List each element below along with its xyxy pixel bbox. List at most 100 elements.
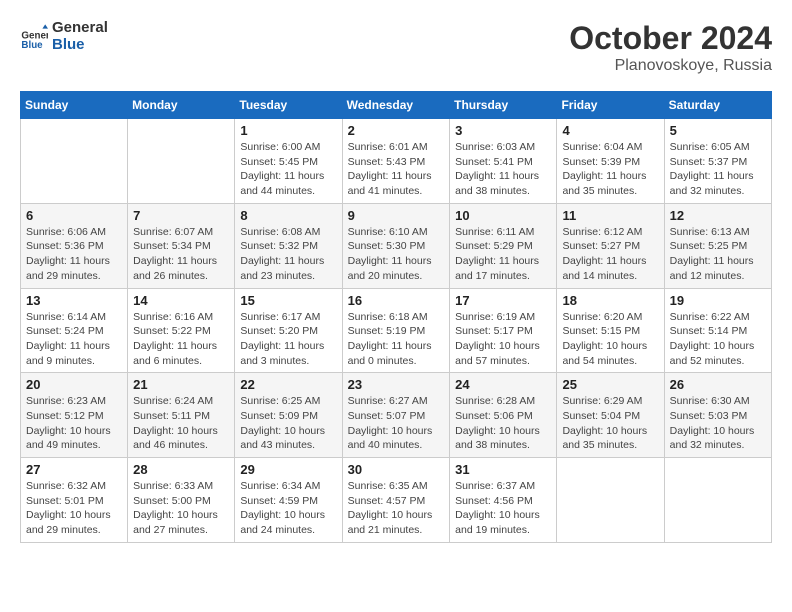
- calendar-day-cell: [128, 119, 235, 204]
- calendar-day-cell: [664, 458, 771, 543]
- calendar-day-cell: 14 Sunrise: 6:16 AMSunset: 5:22 PMDayligh…: [128, 288, 235, 373]
- calendar-day-cell: 3Sunrise: 6:03 AMSunset: 5:41 PMDaylight…: [450, 119, 557, 204]
- calendar-day-cell: 26Sunrise: 6:30 AMSunset: 5:03 PMDayligh…: [664, 373, 771, 458]
- day-info: Sunrise: 6:37 AMSunset: 4:56 PMDaylight:…: [455, 479, 551, 538]
- day-number: 3: [455, 123, 551, 138]
- day-number: 21: [133, 377, 229, 392]
- day-number: 31: [455, 462, 551, 477]
- calendar-table: SundayMondayTuesdayWednesdayThursdayFrid…: [20, 91, 772, 543]
- calendar-day-cell: 19 Sunrise: 6:22 AMSunset: 5:14 PMDayligh…: [664, 288, 771, 373]
- page-header: General Blue General Blue October 2024 P…: [20, 20, 772, 75]
- day-info: Sunrise: 6:08 AMSunset: 5:32 PMDaylight:…: [240, 225, 336, 284]
- day-info: Sunrise: 6:05 AMSunset: 5:37 PMDaylight:…: [670, 140, 766, 199]
- calendar-day-cell: 9Sunrise: 6:10 AMSunset: 5:30 PMDaylight…: [342, 203, 450, 288]
- calendar-day-cell: 20Sunrise: 6:23 AMSunset: 5:12 PMDayligh…: [21, 373, 128, 458]
- calendar-day-cell: 27Sunrise: 6:32 AMSunset: 5:01 PMDayligh…: [21, 458, 128, 543]
- calendar-day-cell: 16Sunrise: 6:18 AMSunset: 5:19 PMDayligh…: [342, 288, 450, 373]
- day-number: 17: [455, 293, 551, 308]
- calendar-day-cell: 21 Sunrise: 6:24 AMSunset: 5:11 PMDayligh…: [128, 373, 235, 458]
- day-info: Sunrise: 6:35 AMSunset: 4:57 PMDaylight:…: [348, 479, 445, 538]
- calendar-day-cell: 22 Sunrise: 6:25 AMSunset: 5:09 PMDayligh…: [235, 373, 342, 458]
- day-number: 30: [348, 462, 445, 477]
- weekday-header-wednesday: Wednesday: [342, 92, 450, 119]
- calendar-body: 1 Sunrise: 6:00 AMSunset: 5:45 PMDaylight…: [21, 119, 772, 543]
- calendar-day-cell: 4 Sunrise: 6:04 AMSunset: 5:39 PMDaylight…: [557, 119, 664, 204]
- calendar-day-cell: 2Sunrise: 6:01 AMSunset: 5:43 PMDaylight…: [342, 119, 450, 204]
- day-info: Sunrise: 6:06 AMSunset: 5:36 PMDaylight:…: [26, 225, 122, 284]
- calendar-week-row: 6Sunrise: 6:06 AMSunset: 5:36 PMDaylight…: [21, 203, 772, 288]
- calendar-week-row: 27Sunrise: 6:32 AMSunset: 5:01 PMDayligh…: [21, 458, 772, 543]
- calendar-day-cell: 17 Sunrise: 6:19 AMSunset: 5:17 PMDayligh…: [450, 288, 557, 373]
- day-number: 15: [240, 293, 336, 308]
- calendar-day-cell: 25Sunrise: 6:29 AMSunset: 5:04 PMDayligh…: [557, 373, 664, 458]
- day-info: Sunrise: 6:12 AMSunset: 5:27 PMDaylight:…: [562, 225, 658, 284]
- calendar-day-cell: [557, 458, 664, 543]
- month-title: October 2024: [569, 20, 772, 57]
- location-title: Planovoskoye, Russia: [569, 57, 772, 75]
- day-info: Sunrise: 6:07 AMSunset: 5:34 PMDaylight:…: [133, 225, 229, 284]
- day-number: 11: [562, 208, 658, 223]
- day-number: 23: [348, 377, 445, 392]
- day-info: Sunrise: 6:23 AMSunset: 5:12 PMDaylight:…: [26, 394, 122, 453]
- logo-general: General: [52, 20, 108, 37]
- weekday-header-friday: Friday: [557, 92, 664, 119]
- calendar-day-cell: 15Sunrise: 6:17 AMSunset: 5:20 PMDayligh…: [235, 288, 342, 373]
- day-number: 28: [133, 462, 229, 477]
- calendar-day-cell: 30 Sunrise: 6:35 AMSunset: 4:57 PMDayligh…: [342, 458, 450, 543]
- day-info: Sunrise: 6:16 AMSunset: 5:22 PMDaylight:…: [133, 310, 229, 369]
- day-info: Sunrise: 6:11 AMSunset: 5:29 PMDaylight:…: [455, 225, 551, 284]
- logo: General Blue General Blue: [20, 20, 108, 53]
- day-number: 14: [133, 293, 229, 308]
- calendar-header-row: SundayMondayTuesdayWednesdayThursdayFrid…: [21, 92, 772, 119]
- weekday-header-tuesday: Tuesday: [235, 92, 342, 119]
- calendar-day-cell: 13 Sunrise: 6:14 AMSunset: 5:24 PMDayligh…: [21, 288, 128, 373]
- day-number: 18: [562, 293, 658, 308]
- weekday-header-sunday: Sunday: [21, 92, 128, 119]
- day-number: 12: [670, 208, 766, 223]
- calendar-day-cell: 7 Sunrise: 6:07 AMSunset: 5:34 PMDaylight…: [128, 203, 235, 288]
- calendar-day-cell: 5 Sunrise: 6:05 AMSunset: 5:37 PMDaylight…: [664, 119, 771, 204]
- day-number: 25: [562, 377, 658, 392]
- day-info: Sunrise: 6:32 AMSunset: 5:01 PMDaylight:…: [26, 479, 122, 538]
- day-number: 8: [240, 208, 336, 223]
- day-number: 13: [26, 293, 122, 308]
- day-info: Sunrise: 6:22 AMSunset: 5:14 PMDaylight:…: [670, 310, 766, 369]
- title-block: October 2024 Planovoskoye, Russia: [569, 20, 772, 75]
- day-info: Sunrise: 6:33 AMSunset: 5:00 PMDaylight:…: [133, 479, 229, 538]
- day-info: Sunrise: 6:25 AMSunset: 5:09 PMDaylight:…: [240, 394, 336, 453]
- day-number: 16: [348, 293, 445, 308]
- day-info: Sunrise: 6:04 AMSunset: 5:39 PMDaylight:…: [562, 140, 658, 199]
- day-info: Sunrise: 6:00 AMSunset: 5:45 PMDaylight:…: [240, 140, 336, 199]
- calendar-day-cell: 10Sunrise: 6:11 AMSunset: 5:29 PMDayligh…: [450, 203, 557, 288]
- weekday-header-thursday: Thursday: [450, 92, 557, 119]
- calendar-day-cell: 28 Sunrise: 6:33 AMSunset: 5:00 PMDayligh…: [128, 458, 235, 543]
- calendar-week-row: 13 Sunrise: 6:14 AMSunset: 5:24 PMDayligh…: [21, 288, 772, 373]
- calendar-day-cell: 12 Sunrise: 6:13 AMSunset: 5:25 PMDayligh…: [664, 203, 771, 288]
- day-number: 4: [562, 123, 658, 138]
- day-info: Sunrise: 6:19 AMSunset: 5:17 PMDaylight:…: [455, 310, 551, 369]
- day-number: 5: [670, 123, 766, 138]
- day-number: 29: [240, 462, 336, 477]
- day-number: 7: [133, 208, 229, 223]
- day-number: 9: [348, 208, 445, 223]
- day-number: 26: [670, 377, 766, 392]
- calendar-day-cell: 29 Sunrise: 6:34 AMSunset: 4:59 PMDayligh…: [235, 458, 342, 543]
- calendar-week-row: 20Sunrise: 6:23 AMSunset: 5:12 PMDayligh…: [21, 373, 772, 458]
- weekday-header-saturday: Saturday: [664, 92, 771, 119]
- day-info: Sunrise: 6:34 AMSunset: 4:59 PMDaylight:…: [240, 479, 336, 538]
- day-number: 2: [348, 123, 445, 138]
- day-number: 24: [455, 377, 551, 392]
- logo-blue: Blue: [52, 37, 108, 54]
- calendar-day-cell: 24Sunrise: 6:28 AMSunset: 5:06 PMDayligh…: [450, 373, 557, 458]
- day-info: Sunrise: 6:14 AMSunset: 5:24 PMDaylight:…: [26, 310, 122, 369]
- calendar-day-cell: 11 Sunrise: 6:12 AMSunset: 5:27 PMDayligh…: [557, 203, 664, 288]
- day-info: Sunrise: 6:13 AMSunset: 5:25 PMDaylight:…: [670, 225, 766, 284]
- calendar-day-cell: 18 Sunrise: 6:20 AMSunset: 5:15 PMDayligh…: [557, 288, 664, 373]
- day-number: 1: [240, 123, 336, 138]
- day-number: 19: [670, 293, 766, 308]
- calendar-day-cell: 23Sunrise: 6:27 AMSunset: 5:07 PMDayligh…: [342, 373, 450, 458]
- calendar-day-cell: 6Sunrise: 6:06 AMSunset: 5:36 PMDaylight…: [21, 203, 128, 288]
- day-info: Sunrise: 6:20 AMSunset: 5:15 PMDaylight:…: [562, 310, 658, 369]
- day-info: Sunrise: 6:24 AMSunset: 5:11 PMDaylight:…: [133, 394, 229, 453]
- day-number: 22: [240, 377, 336, 392]
